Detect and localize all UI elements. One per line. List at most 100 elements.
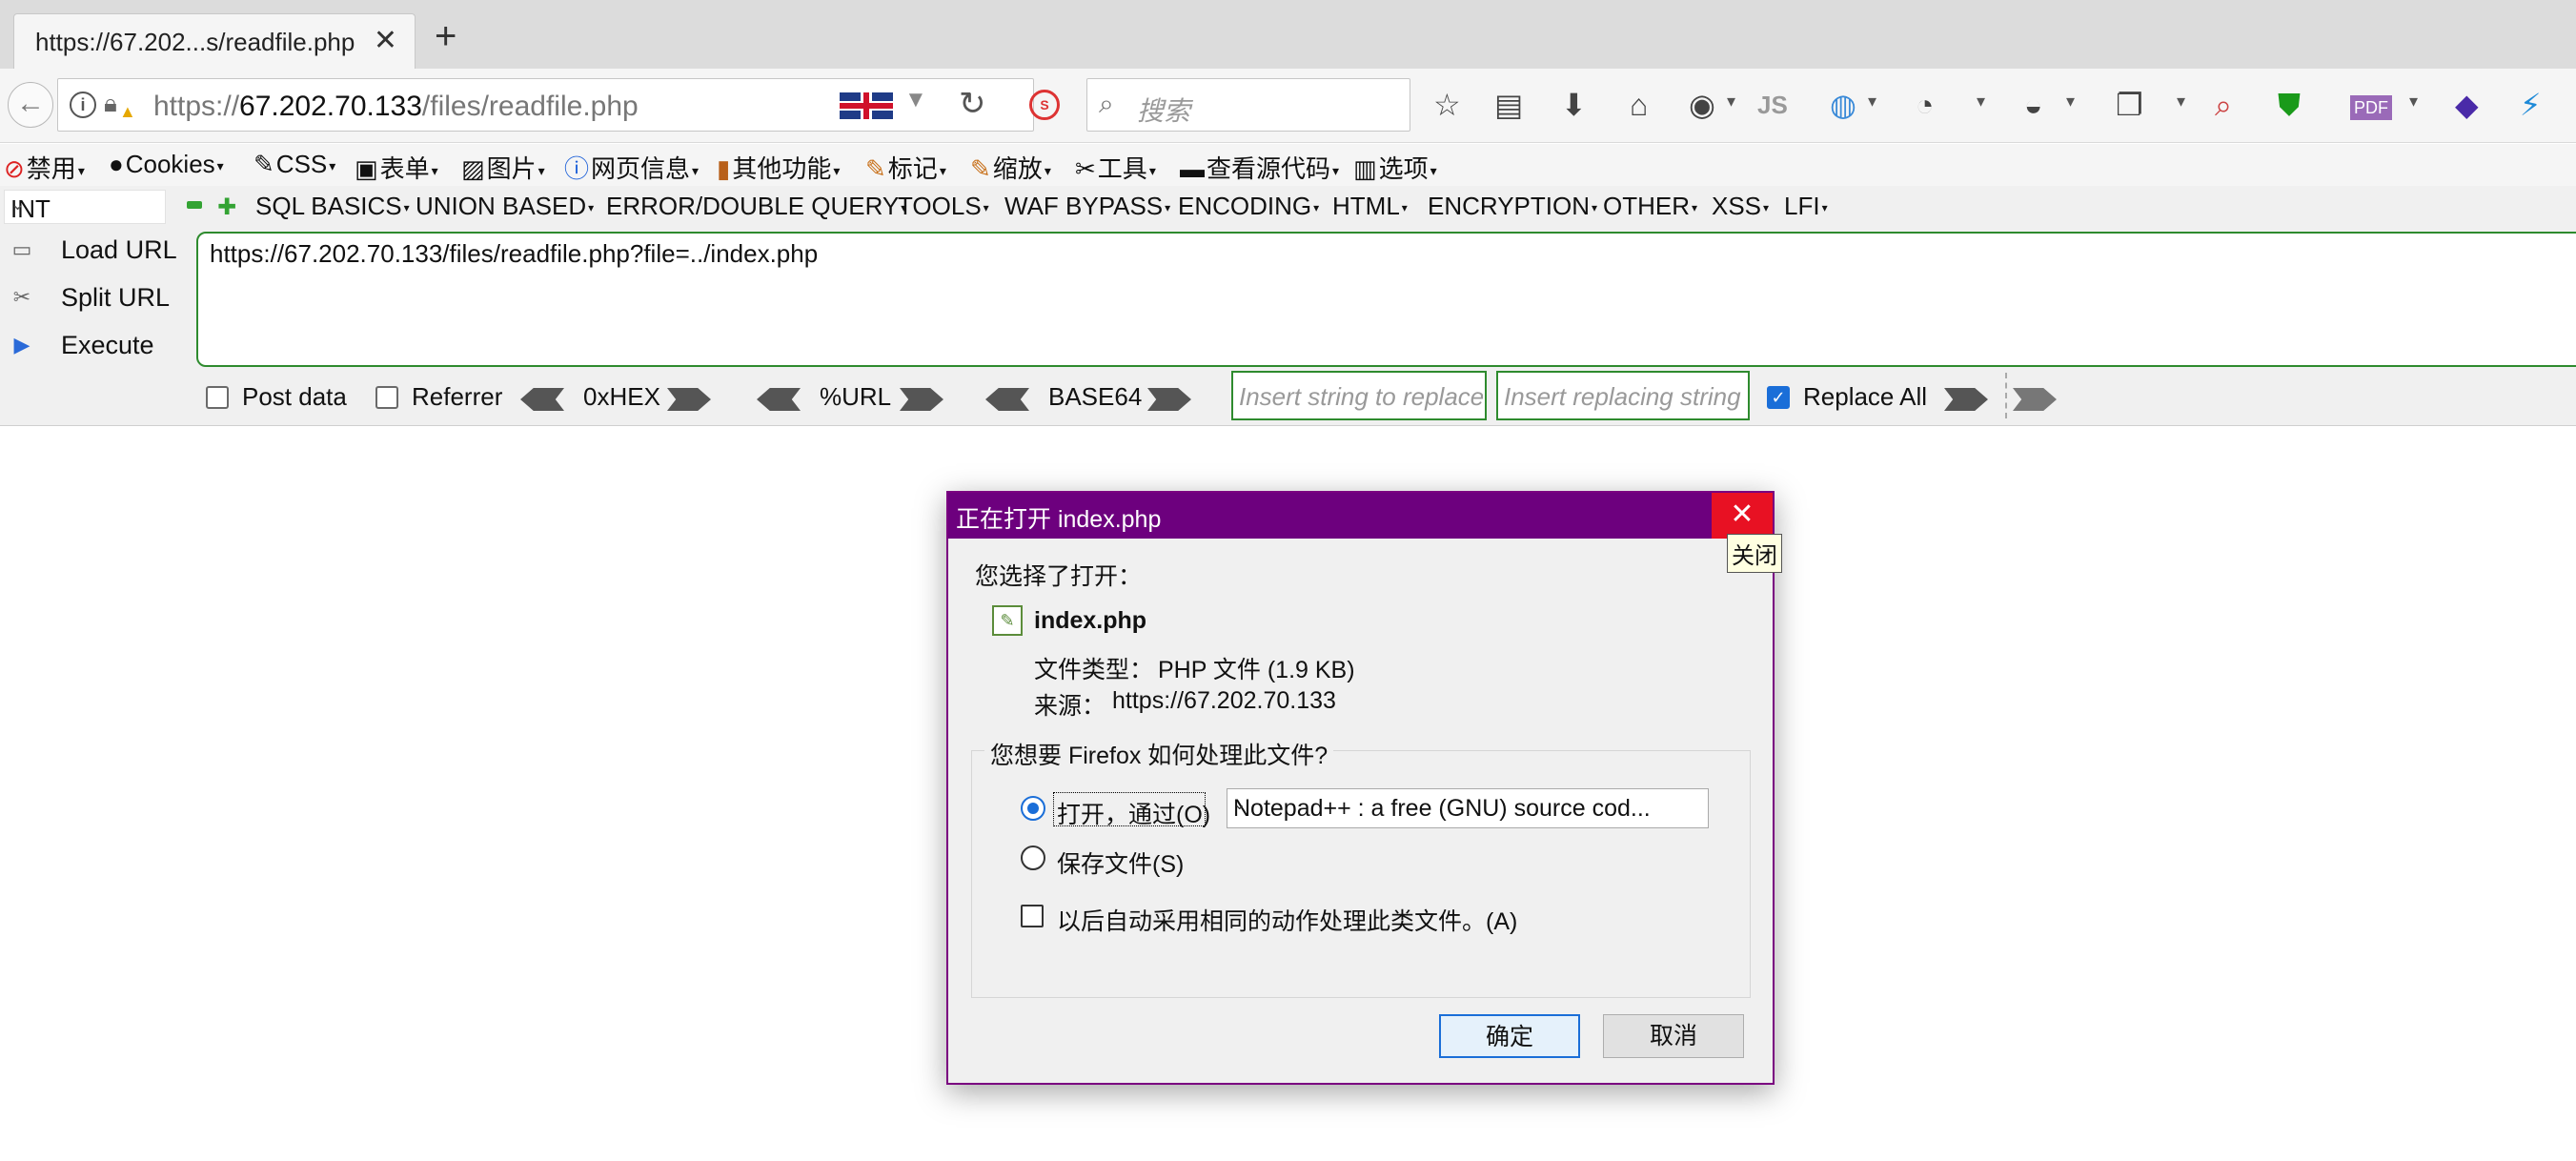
layers-icon[interactable]: ◆ [2455, 86, 2479, 124]
ok-button[interactable]: 确定 [1439, 1014, 1580, 1058]
new-tab-button[interactable]: + [435, 17, 456, 55]
load-url-icon: ▭ [11, 237, 32, 261]
type-select[interactable]: INT ⌄ [4, 190, 166, 224]
replace-all-checkbox[interactable]: ✓ [1767, 386, 1790, 409]
warning-icon: ▲ [119, 102, 136, 121]
google-dropdown-icon[interactable]: ▾ [1868, 92, 1876, 112]
hb-menu-tools[interactable]: TOOLS ▾ [898, 192, 989, 221]
shield-icon[interactable]: ⛊ [2278, 86, 2301, 124]
save-file-label[interactable]: 保存文件(S) [1057, 845, 1184, 880]
save-file-radio[interactable] [1021, 845, 1045, 870]
search-box[interactable]: ⌕ 搜索 [1086, 78, 1410, 132]
replace-with-input[interactable]: Insert replacing string [1496, 371, 1750, 420]
noscript-icon[interactable]: S [1029, 90, 1060, 120]
hb-menu-lfi[interactable]: LFI ▾ [1784, 192, 1828, 221]
referrer-label: Referrer [412, 382, 503, 411]
menu-page-info[interactable]: ⓘ网页信息 ▾ [564, 150, 699, 185]
dialog-titlebar[interactable]: 正在打开 index.php ✕ [948, 493, 1773, 539]
menu-disable[interactable]: ⊘禁用 ▾ [4, 150, 85, 185]
url-encode-arrow-icon[interactable] [900, 388, 943, 411]
plus-button[interactable]: ✚ [217, 194, 236, 221]
remember-label[interactable]: 以后自动采用相同的动作处理此类文件。(A) [1057, 903, 1517, 937]
hex-label: 0xHEX [583, 382, 660, 411]
hb-menu-encryption[interactable]: ENCRYPTION ▾ [1428, 192, 1597, 221]
url-dropdown-icon[interactable]: ▼ [904, 87, 927, 113]
replace-with-placeholder: Insert replacing string [1504, 382, 1741, 411]
menu-options[interactable]: ▥选项 ▾ [1353, 150, 1437, 185]
base64-encode-arrow-icon[interactable] [1147, 388, 1191, 411]
url-text[interactable]: https://67.202.70.133/files/readfile.php [153, 91, 639, 123]
remember-checkbox[interactable] [1021, 905, 1044, 927]
divider [2005, 373, 2007, 418]
replace-next-arrow-icon[interactable] [2013, 388, 2057, 411]
open-with-app-select[interactable]: Notepad++ : a free (GNU) source cod... ⌄ [1227, 788, 1709, 828]
options-icon: ▥ [1353, 154, 1377, 183]
menu-cookies[interactable]: ●Cookies ▾ [109, 150, 224, 179]
open-with-label[interactable]: 打开，通过(O) [1057, 796, 1210, 830]
info-icon[interactable]: i [70, 92, 96, 118]
referrer-checkbox[interactable] [375, 386, 398, 409]
hb-menu-waf-bypass[interactable]: WAF BYPASS ▾ [1004, 192, 1170, 221]
action-question: 您想要 Firefox 如何处理此文件? [984, 737, 1334, 771]
globe-icon[interactable]: ◉ [1689, 86, 1715, 124]
menu-outline[interactable]: ✎标记 ▾ [865, 150, 946, 185]
menu-css[interactable]: ✎CSS ▾ [254, 150, 335, 179]
pdf-dropdown-icon[interactable]: ▾ [2409, 92, 2418, 112]
cookies-icon: ● [109, 150, 124, 178]
home-icon[interactable]: ⌂ [1630, 86, 1648, 124]
menu-view-source[interactable]: ▬查看源代码 ▾ [1180, 150, 1339, 185]
hb-menu-error-double-query[interactable]: ERROR/DOUBLE QUERY ▾ [606, 192, 906, 221]
js-icon[interactable]: JS [1757, 86, 1788, 124]
hb-menu-sql-basics[interactable]: SQL BASICS ▾ [255, 192, 410, 221]
copy-icon[interactable]: ❐ [2116, 86, 2143, 124]
globe-dropdown-icon[interactable]: ▾ [1727, 92, 1735, 112]
hex-encode-arrow-icon[interactable] [667, 388, 711, 411]
open-file-dialog: 正在打开 index.php ✕ 您选择了打开： ✎ index.php 文件类… [946, 491, 1775, 1085]
palette-dropdown-icon[interactable]: ▾ [1977, 92, 1985, 112]
hb-menu-union-based[interactable]: UNION BASED ▾ [416, 192, 594, 221]
play-icon: ▶ [13, 333, 30, 356]
menu-tools[interactable]: ✂工具 ▾ [1075, 150, 1156, 185]
hb-menu-html[interactable]: HTML ▾ [1332, 192, 1408, 221]
load-url-button[interactable]: ▭ Load URL [0, 228, 191, 272]
copy-dropdown-icon[interactable]: ▾ [2177, 92, 2185, 112]
menu-images[interactable]: ▨图片 ▾ [461, 150, 545, 185]
uk-flag-icon[interactable] [840, 92, 893, 119]
hex-decode-arrow-icon[interactable] [520, 388, 564, 411]
cancel-button[interactable]: 取消 [1603, 1014, 1744, 1058]
extension-icon[interactable]: ⚡ [2520, 86, 2541, 124]
execute-button[interactable]: ▶ Execute [0, 323, 191, 367]
php-file-icon: ✎ [992, 605, 1023, 636]
browser-tab[interactable]: https://67.202...s/readfile.php ✕ [13, 13, 416, 69]
menu-resize[interactable]: ✎缩放 ▾ [970, 150, 1051, 185]
hackbar-url-textarea[interactable]: https://67.202.70.133/files/readfile.php… [196, 232, 2576, 367]
magnifier-icon[interactable]: ⌕ [2215, 86, 2232, 124]
reading-list-icon[interactable]: ▤ [1494, 86, 1523, 124]
tab-close-icon[interactable]: ✕ [374, 24, 397, 57]
google-icon[interactable]: ◍ [1830, 86, 1856, 124]
download-icon[interactable]: ⬇ [1561, 86, 1587, 124]
hat-dropdown-icon[interactable]: ▾ [2066, 92, 2075, 112]
open-with-radio[interactable] [1021, 796, 1045, 821]
split-url-button[interactable]: ✂ Split URL [0, 275, 191, 319]
replace-apply-arrow-icon[interactable] [1944, 388, 1988, 411]
lock-icon[interactable]: 🔒︎ [104, 89, 117, 119]
replace-search-input[interactable]: Insert string to replace [1231, 371, 1487, 420]
reload-icon[interactable]: ↻ [959, 85, 986, 123]
minus-button[interactable] [187, 201, 202, 209]
menu-misc[interactable]: ▮其他功能 ▾ [717, 150, 840, 185]
pdf-icon[interactable]: PDF [2350, 95, 2392, 120]
menu-forms[interactable]: ▣表单 ▾ [355, 150, 438, 185]
hb-menu-encoding[interactable]: ENCODING ▾ [1178, 192, 1319, 221]
palette-icon[interactable]: ◔ [1916, 86, 1934, 124]
base64-decode-arrow-icon[interactable] [985, 388, 1029, 411]
hb-menu-other[interactable]: OTHER ▾ [1603, 192, 1697, 221]
dialog-close-button[interactable]: ✕ [1712, 493, 1773, 539]
url-decode-arrow-icon[interactable] [757, 388, 801, 411]
bookmark-star-icon[interactable]: ☆ [1433, 86, 1461, 124]
url-bar[interactable]: i 🔒︎ ▲ https://67.202.70.133/files/readf… [57, 78, 1034, 132]
post-data-checkbox[interactable] [206, 386, 229, 409]
back-button[interactable]: ← [8, 82, 53, 128]
hb-menu-xss[interactable]: XSS ▾ [1712, 192, 1769, 221]
hat-icon[interactable]: ◒ [2024, 86, 2042, 124]
